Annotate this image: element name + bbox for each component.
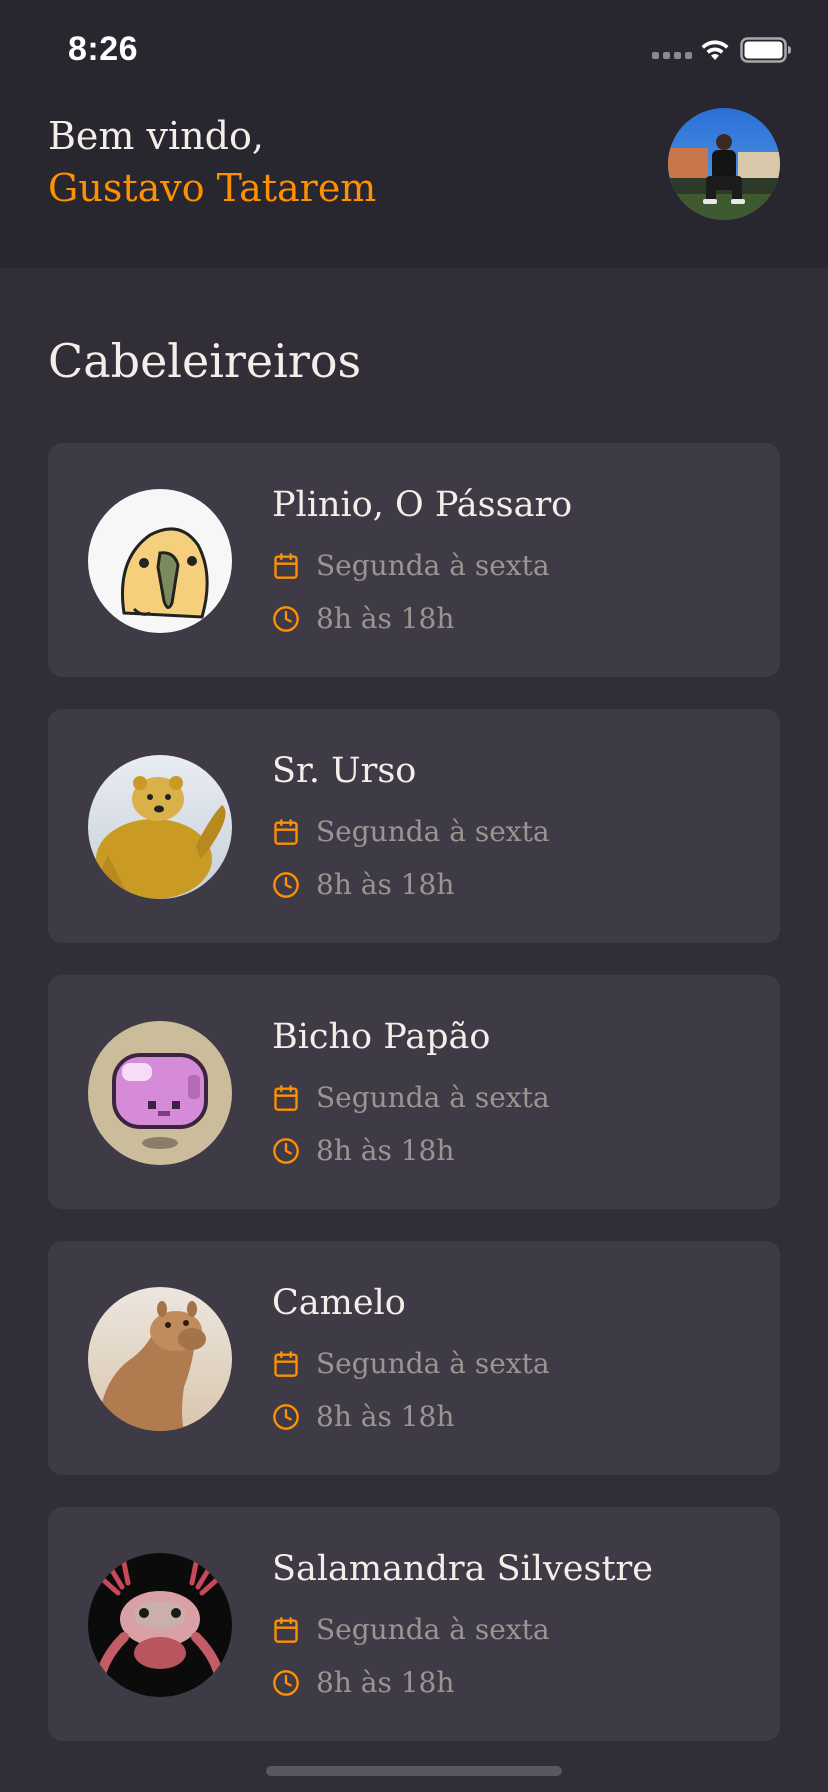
provider-avatar xyxy=(88,489,232,633)
days-text: Segunda à sexta xyxy=(316,815,550,848)
calendar-icon xyxy=(274,1616,298,1643)
provider-name: Camelo xyxy=(272,1283,406,1323)
availability-days: Segunda à sexta xyxy=(272,549,550,582)
signal-icon xyxy=(652,52,692,59)
calendar-icon xyxy=(274,1350,298,1377)
days-text: Segunda à sexta xyxy=(316,1347,550,1380)
hours-text: 8h às 18h xyxy=(316,602,455,635)
provider-name: Bicho Papão xyxy=(272,1017,491,1057)
clock-icon xyxy=(273,605,299,632)
provider-card[interactable]: Camelo Segunda à sexta 8h às 18h xyxy=(48,1241,780,1475)
clock-icon xyxy=(273,1137,299,1164)
availability-hours: 8h às 18h xyxy=(272,1134,454,1167)
status-bar: 8:26 xyxy=(0,0,828,100)
hours-text: 8h às 18h xyxy=(316,1666,455,1699)
hours-text: 8h às 18h xyxy=(316,1134,455,1167)
provider-avatar xyxy=(88,755,232,899)
calendar-icon xyxy=(274,818,298,845)
profile-avatar[interactable] xyxy=(668,108,780,220)
user-name: Gustavo Tatarem xyxy=(48,166,377,210)
provider-avatar xyxy=(88,1287,232,1431)
clock-icon xyxy=(273,1403,299,1430)
wifi-icon xyxy=(701,40,729,60)
provider-card[interactable]: Salamandra Silvestre Segunda à sexta 8h … xyxy=(48,1507,780,1741)
availability-hours: 8h às 18h xyxy=(272,1400,454,1433)
clock-icon xyxy=(273,871,299,898)
provider-name: Plinio, O Pássaro xyxy=(272,485,573,525)
provider-card[interactable]: Sr. Urso Segunda à sexta 8h às 18h xyxy=(48,709,780,943)
availability-days: Segunda à sexta xyxy=(272,815,550,848)
hours-text: 8h às 18h xyxy=(316,1400,455,1433)
provider-avatar xyxy=(88,1553,232,1697)
battery-icon xyxy=(740,37,791,63)
section-title: Cabeleireiros xyxy=(48,334,362,388)
availability-hours: 8h às 18h xyxy=(272,868,454,901)
provider-name: Sr. Urso xyxy=(272,751,417,791)
availability-days: Segunda à sexta xyxy=(272,1347,550,1380)
days-text: Segunda à sexta xyxy=(316,1613,550,1646)
status-time: 8:26 xyxy=(68,30,139,68)
provider-card[interactable]: Bicho Papão Segunda à sexta 8h às 18h xyxy=(48,975,780,1209)
home-indicator[interactable] xyxy=(266,1766,562,1776)
hours-text: 8h às 18h xyxy=(316,868,455,901)
calendar-icon xyxy=(274,552,298,579)
provider-avatar xyxy=(88,1021,232,1165)
clock-icon xyxy=(273,1669,299,1696)
availability-days: Segunda à sexta xyxy=(272,1613,550,1646)
days-text: Segunda à sexta xyxy=(316,549,550,582)
greeting-text: Bem vindo, xyxy=(48,114,264,158)
availability-hours: 8h às 18h xyxy=(272,1666,454,1699)
provider-card[interactable]: Plinio, O Pássaro Segunda à sexta 8h às … xyxy=(48,443,780,677)
days-text: Segunda à sexta xyxy=(316,1081,550,1114)
availability-days: Segunda à sexta xyxy=(272,1081,550,1114)
calendar-icon xyxy=(274,1084,298,1111)
availability-hours: 8h às 18h xyxy=(272,602,454,635)
provider-name: Salamandra Silvestre xyxy=(272,1549,653,1589)
header: Bem vindo, Gustavo Tatarem xyxy=(0,100,828,268)
